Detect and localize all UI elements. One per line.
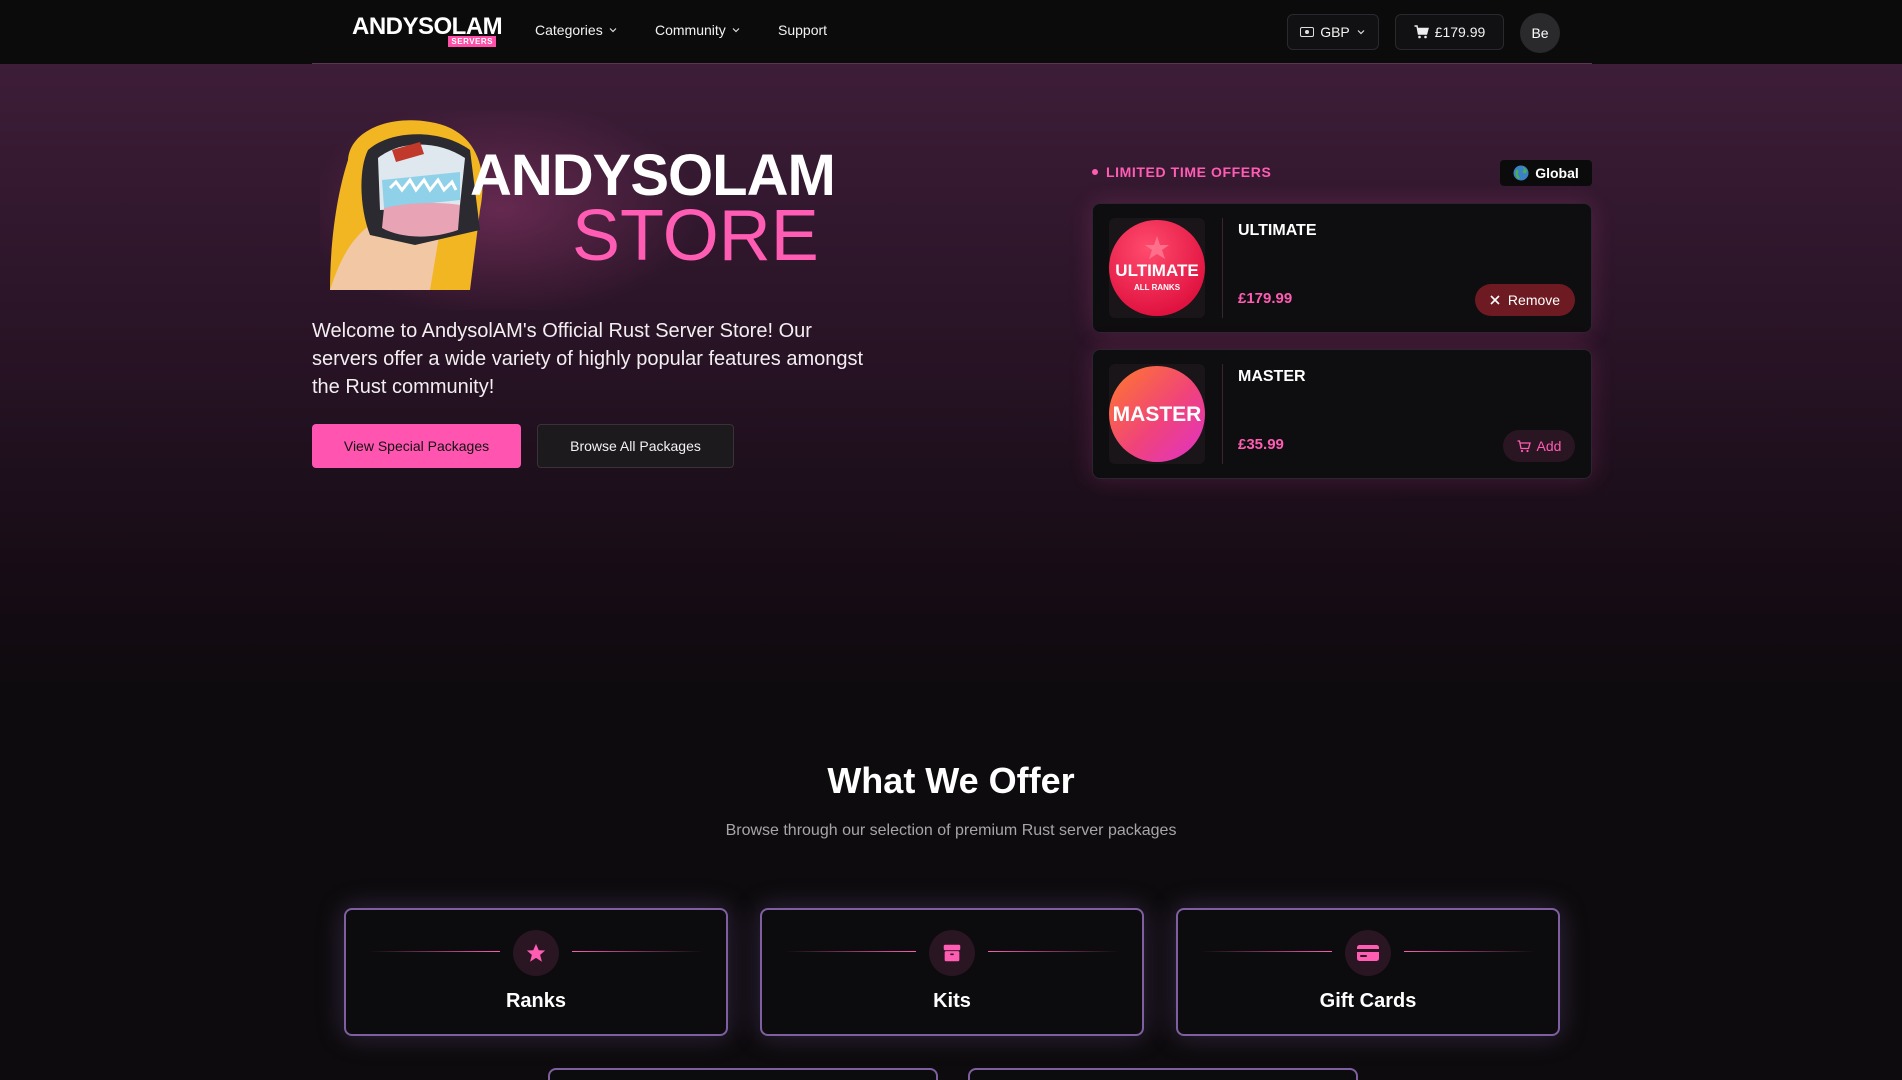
offer-price: £179.99: [1238, 290, 1293, 307]
cart-button[interactable]: £179.99: [1395, 14, 1504, 50]
decorative-line: [1404, 951, 1536, 952]
decorative-line: [368, 951, 500, 952]
region-label: Global: [1535, 165, 1579, 181]
master-badge-text: MASTER: [1113, 403, 1202, 426]
offer-card-ultimate: ULTIMATE ALL RANKS ULTIMATE £179.99 Remo…: [1092, 203, 1592, 333]
category-card-kits[interactable]: Kits: [760, 908, 1144, 1036]
region-badge: Global: [1500, 160, 1592, 186]
nav-community-label: Community: [655, 22, 726, 38]
view-special-packages-button[interactable]: View Special Packages: [312, 424, 521, 468]
remove-label: Remove: [1507, 292, 1561, 308]
cart-icon: [1414, 25, 1429, 39]
nav-community[interactable]: Community: [655, 22, 741, 38]
avatar-initials: Be: [1531, 25, 1549, 41]
category-label: Gift Cards: [1319, 990, 1417, 1012]
offer-title: ULTIMATE: [1238, 222, 1317, 239]
credit-card-icon: [1345, 930, 1391, 976]
offer-price: £35.99: [1238, 436, 1284, 453]
nav-categories[interactable]: Categories: [535, 22, 618, 38]
decorative-line: [988, 951, 1120, 952]
close-icon: [1490, 295, 1500, 305]
limited-offers-heading: LIMITED TIME OFFERS: [1092, 164, 1271, 180]
currency-label: GBP: [1320, 24, 1350, 40]
chevron-down-icon: [1357, 30, 1365, 35]
category-label: Ranks: [505, 990, 567, 1012]
ultimate-badge-text: ULTIMATE: [1115, 261, 1198, 280]
hero-section: [0, 64, 1902, 704]
globe-icon: [1513, 165, 1529, 181]
bullet-dot-icon: [1092, 169, 1098, 175]
money-icon: [1300, 27, 1315, 37]
nav-support-label: Support: [778, 22, 828, 38]
currency-selector[interactable]: GBP: [1287, 14, 1379, 50]
view-special-packages-label: View Special Packages: [343, 438, 490, 454]
cart-total: £179.99: [1434, 24, 1486, 40]
helmet-mascot-icon: [330, 120, 483, 290]
decorative-line: [572, 951, 704, 952]
section-title: What We Offer: [827, 760, 1075, 801]
browse-all-packages-label: Browse All Packages: [570, 438, 701, 454]
category-card-gift-cards[interactable]: Gift Cards: [1176, 908, 1560, 1036]
decorative-line: [784, 951, 916, 952]
site-logo[interactable]: ANDYSOLAM SERVERS: [352, 15, 503, 47]
chevron-down-icon: [732, 28, 740, 33]
add-label: Add: [1536, 438, 1562, 454]
user-avatar[interactable]: Be: [1520, 13, 1560, 53]
ultimate-badge-subtext: ALL RANKS: [1134, 283, 1181, 292]
category-label: Kits: [933, 990, 971, 1012]
logo-subtitle-text: STORE: [572, 196, 819, 276]
package-icon: [929, 930, 975, 976]
logo-sub-text: SERVERS: [448, 36, 496, 47]
ultimate-badge-image: ULTIMATE ALL RANKS: [1109, 218, 1205, 318]
offer-title: MASTER: [1238, 368, 1306, 385]
navbar: ANDYSOLAM SERVERS Categories Community S…: [0, 0, 1902, 64]
offer-card-master: MASTER MASTER £35.99 Add: [1092, 349, 1592, 479]
section-subtitle: Browse through our selection of premium …: [725, 822, 1177, 839]
limited-offers-title: LIMITED TIME OFFERS: [1106, 164, 1272, 180]
nav-support[interactable]: Support: [778, 22, 827, 38]
category-card-partial[interactable]: [548, 1068, 938, 1080]
browse-all-packages-button[interactable]: Browse All Packages: [537, 424, 734, 468]
store-logo: ANDYSOLAM STORE: [320, 110, 836, 310]
remove-from-cart-button[interactable]: Remove: [1475, 284, 1575, 316]
cart-icon: [1517, 439, 1531, 452]
nav-categories-label: Categories: [535, 22, 603, 38]
chevron-down-icon: [609, 28, 617, 33]
master-badge-image: MASTER: [1109, 364, 1205, 464]
category-card-partial[interactable]: [968, 1068, 1358, 1080]
star-icon: [513, 930, 559, 976]
hero-description: Welcome to AndysolAM's Official Rust Ser…: [312, 320, 864, 398]
card-divider: [1222, 364, 1223, 464]
category-card-ranks[interactable]: Ranks: [344, 908, 728, 1036]
add-to-cart-button[interactable]: Add: [1503, 430, 1575, 462]
decorative-line: [1200, 951, 1332, 952]
card-divider: [1222, 218, 1223, 318]
